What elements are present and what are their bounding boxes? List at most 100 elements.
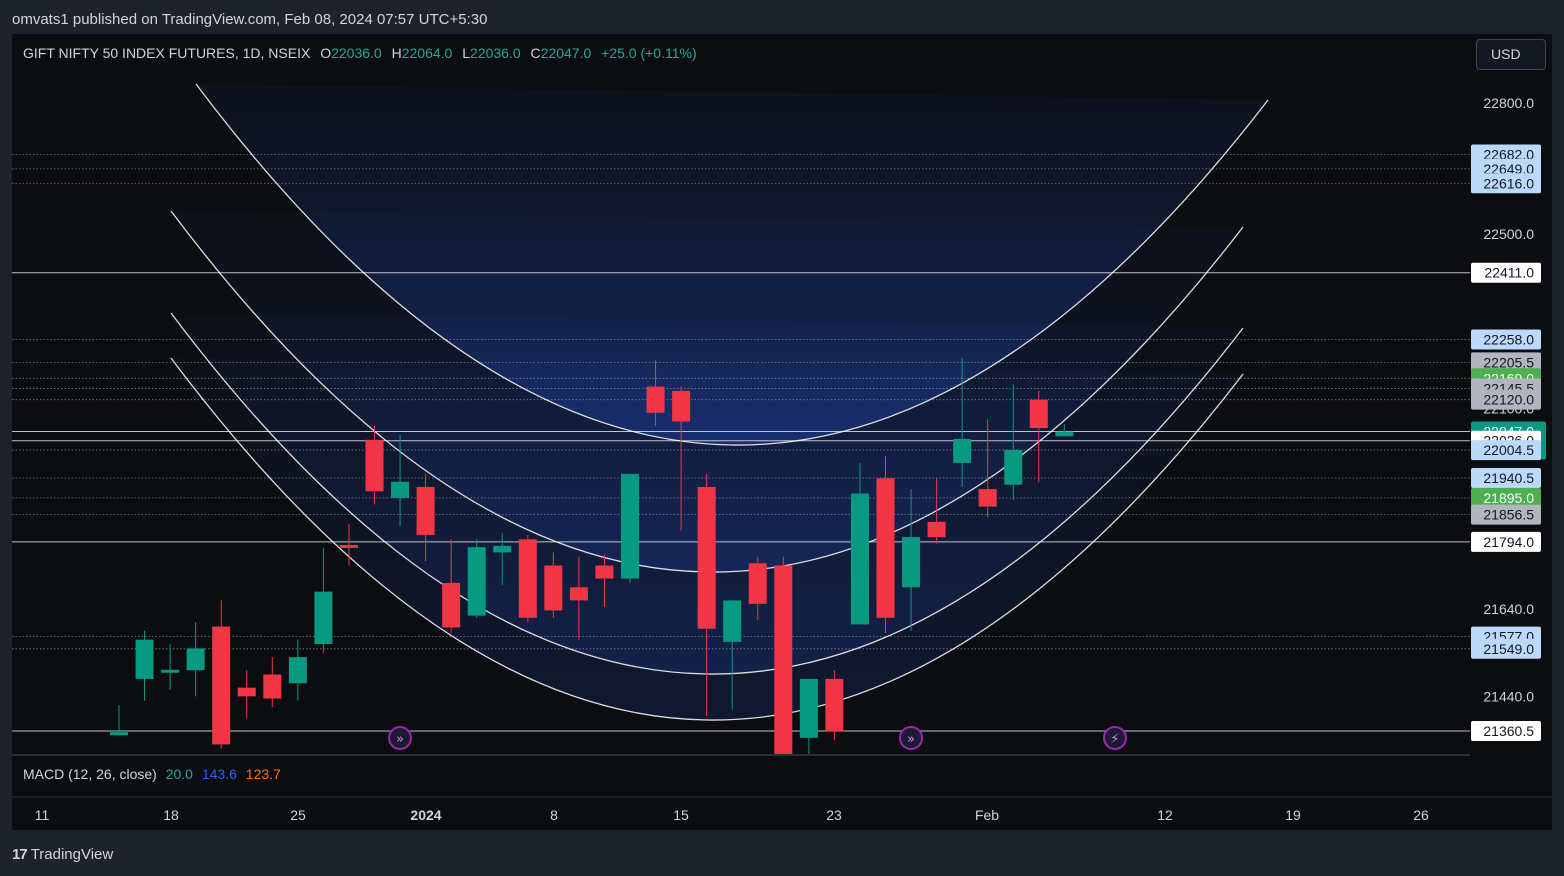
- price-label-text-17: 21549.0: [1483, 641, 1534, 657]
- candle-body-24: [723, 600, 742, 642]
- price-label-11[interactable]: 22004.5: [1471, 440, 1541, 461]
- candle-27[interactable]: [799, 678, 818, 755]
- price-label-2[interactable]: 22616.0: [1471, 173, 1541, 194]
- x-tick-4: 8: [550, 807, 558, 823]
- price-label-4[interactable]: 22258.0: [1471, 329, 1541, 350]
- event-marker-icon-2[interactable]: ⚡: [1103, 726, 1127, 750]
- candle-1[interactable]: [135, 630, 154, 701]
- candle-body-11: [391, 481, 410, 498]
- price-label-text-8: 22120.0: [1483, 392, 1534, 408]
- candle-body-26: [774, 565, 793, 755]
- candle-body-16: [518, 539, 537, 618]
- candle-body-3: [186, 648, 205, 671]
- candle-5[interactable]: [237, 670, 256, 719]
- signal-value: 143.6: [201, 766, 237, 782]
- currency-button[interactable]: USD: [1476, 39, 1546, 70]
- price-label-text-15: 21794.0: [1483, 534, 1534, 550]
- candle-body-19: [595, 565, 614, 579]
- candle-3[interactable]: [186, 622, 205, 697]
- x-tick-8: 12: [1157, 807, 1173, 823]
- candle-body-0: [110, 732, 128, 736]
- candle-body-10: [365, 439, 384, 492]
- candle-6[interactable]: [263, 657, 282, 708]
- candle-body-14: [467, 547, 486, 616]
- price-label-15[interactable]: 21794.0: [1471, 531, 1541, 552]
- brand-name: TradingView: [30, 846, 114, 863]
- candle-body-6: [263, 674, 282, 699]
- candle-body-2: [161, 669, 180, 673]
- price-label-text-3: 22411.0: [1484, 265, 1534, 281]
- price-label-18[interactable]: 21360.5: [1471, 721, 1541, 742]
- high-label: H: [391, 45, 402, 61]
- x-tick-7: Feb: [975, 807, 999, 823]
- x-tick-3: 2024: [410, 807, 441, 823]
- candle-body-13: [442, 582, 461, 628]
- x-tick-10: 26: [1413, 807, 1429, 823]
- x-tick-6: 23: [826, 807, 842, 823]
- candle-body-35: [1004, 449, 1023, 485]
- candle-8[interactable]: [314, 548, 333, 653]
- change-value: +25.0 (+0.11%): [601, 45, 697, 61]
- event-markers: » » ⚡: [388, 726, 1127, 750]
- candle-7[interactable]: [288, 639, 307, 701]
- candle-body-9: [339, 544, 358, 548]
- price-label-text-18: 21360.5: [1483, 723, 1534, 739]
- candle-body-5: [237, 687, 256, 697]
- price-label-text-4: 22258.0: [1483, 331, 1534, 347]
- price-label-text-12: 21940.5: [1483, 470, 1534, 486]
- candle-body-20: [621, 473, 639, 579]
- candle-body-23: [697, 486, 716, 629]
- x-tick-1: 18: [163, 807, 179, 823]
- price-label-12[interactable]: 21940.5: [1471, 467, 1541, 488]
- low-label: L: [462, 45, 471, 61]
- candle-body-1: [135, 639, 154, 679]
- price-label-text-5: 22205.5: [1483, 354, 1534, 370]
- x-tick-5: 15: [673, 807, 689, 823]
- y-tick-0: 22800.0: [1483, 95, 1534, 111]
- macd-legend[interactable]: MACD (12, 26, close) 20.0 143.6 123.7: [23, 766, 281, 782]
- price-label-14[interactable]: 21856.5: [1471, 504, 1541, 525]
- close-label: C: [530, 45, 541, 61]
- candle-body-34: [978, 489, 997, 507]
- candle-20[interactable]: [621, 473, 639, 583]
- candle-body-28: [825, 678, 844, 732]
- candle-body-30: [876, 478, 895, 618]
- symbol-name: GIFT NIFTY 50 INDEX FUTURES, 1D, NSEIX: [23, 45, 311, 61]
- candle-body-36: [1029, 399, 1048, 429]
- candle-16[interactable]: [518, 534, 537, 623]
- candle-26[interactable]: [774, 556, 793, 755]
- candle-body-33: [953, 438, 972, 463]
- time-axis[interactable]: 11 18 25 2024 8 15 23 Feb 12 19 26: [35, 807, 1429, 823]
- price-label-3[interactable]: 22411.0: [1471, 262, 1541, 283]
- price-label-8[interactable]: 22120.0: [1471, 389, 1541, 410]
- symbol-legend[interactable]: GIFT NIFTY 50 INDEX FUTURES, 1D, NSEIX O…: [23, 45, 697, 61]
- macd-label: MACD (12, 26, close): [23, 766, 157, 782]
- candle-2[interactable]: [161, 644, 180, 690]
- candle-body-15: [493, 545, 512, 553]
- candle-body-37: [1055, 431, 1074, 437]
- footer-brand[interactable]: 17 TradingView: [12, 846, 113, 863]
- macd-value: 20.0: [165, 766, 193, 782]
- open-label: O: [320, 45, 332, 61]
- candle-body-27: [799, 678, 818, 738]
- y-tick-1: 22500.0: [1483, 226, 1534, 242]
- candle-body-21: [646, 386, 665, 413]
- price-label-text-14: 21856.5: [1483, 507, 1534, 523]
- x-tick-2: 25: [290, 807, 306, 823]
- candle-4[interactable]: [212, 600, 231, 749]
- candle-14[interactable]: [467, 539, 486, 618]
- candle-body-22: [672, 390, 691, 422]
- candle-28[interactable]: [825, 670, 844, 740]
- close-value: 22047.0: [540, 45, 592, 61]
- event-marker-icon-0[interactable]: »: [388, 726, 412, 750]
- candle-30[interactable]: [876, 456, 895, 634]
- event-marker-icon-1[interactable]: »: [899, 726, 923, 750]
- price-label-17[interactable]: 21549.0: [1471, 638, 1541, 659]
- chart-canvas[interactable]: »»⚡ 22800.022500.022100.021640.021440.0 …: [0, 0, 1564, 876]
- price-label-text-11: 22004.5: [1483, 442, 1534, 458]
- y-tick-4: 21440.0: [1483, 688, 1534, 704]
- histogram-value: 123.7: [245, 766, 281, 782]
- candle-body-4: [212, 626, 231, 745]
- bowl-fills: [171, 84, 1268, 721]
- candle-body-29: [850, 493, 869, 625]
